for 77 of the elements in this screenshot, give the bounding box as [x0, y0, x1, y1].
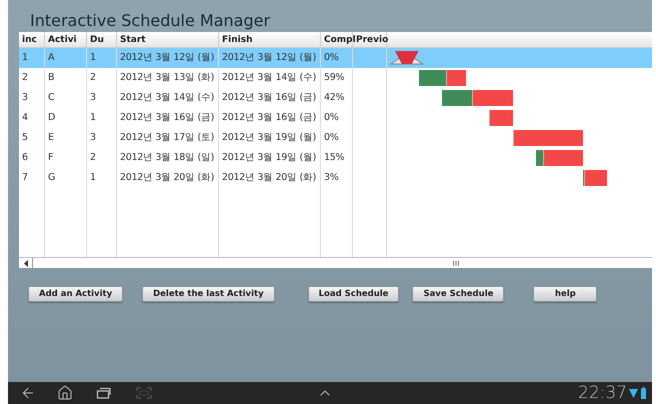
column-header[interactable]: Start	[117, 32, 219, 47]
table-cell: 6	[19, 148, 45, 168]
horizontal-scrollbar[interactable]	[19, 257, 652, 268]
table-cell: G	[45, 168, 87, 188]
gantt-bar[interactable]	[512, 130, 583, 146]
table-cell: E	[45, 128, 87, 148]
table-cell: 59%	[321, 68, 353, 88]
table-row[interactable]: 1 A 1 2012년 3월 12일 (월) 2012년 3월 12일 (월) 0%	[19, 48, 652, 68]
home-icon[interactable]	[57, 385, 73, 401]
scroll-left-icon[interactable]	[22, 258, 30, 268]
column-header[interactable]: Compl	[321, 32, 353, 47]
action-button[interactable]: Delete the last Activity	[142, 286, 275, 302]
back-icon[interactable]	[20, 385, 36, 401]
table-row[interactable]: 4 D 1 2012년 3월 16일 (금) 2012년 3월 16일 (금) 0%	[19, 108, 652, 128]
recent-apps-icon[interactable]	[96, 387, 112, 399]
table-cell: B	[45, 68, 87, 88]
table-cell: 2012년 3월 16일 (금)	[219, 88, 321, 108]
table-cell: 2012년 3월 16일 (금)	[117, 108, 219, 128]
table-cell: 2	[87, 148, 117, 168]
table-cell: 1	[87, 108, 117, 128]
column-header[interactable]: Finish	[219, 32, 321, 47]
table-cell: 5	[19, 128, 45, 148]
table-cell: 1	[87, 168, 117, 188]
gantt-bar[interactable]	[418, 70, 466, 86]
screenshot-icon[interactable]	[136, 387, 152, 399]
scroll-thumb-icon[interactable]	[453, 260, 459, 266]
gantt-bar[interactable]	[389, 51, 424, 65]
table-cell: 2012년 3월 13일 (화)	[117, 68, 219, 88]
action-button[interactable]: Save Schedule	[412, 286, 504, 302]
clock-time: 22:37	[578, 383, 627, 403]
table-row[interactable]: 3 C 3 2012년 3월 14일 (수) 2012년 3월 16일 (금) 42%	[19, 88, 652, 108]
table-row[interactable]: 6 F 2 2012년 3월 18일 (일) 2012년 3월 19일 (월) 15%	[19, 148, 652, 168]
table-cell: 2012년 3월 20일 (화)	[117, 168, 219, 188]
table-cell: 2012년 3월 12일 (월)	[219, 48, 321, 68]
table-cell: A	[45, 48, 87, 68]
table-cell: 2012년 3월 12일 (월)	[117, 48, 219, 68]
table-cell: C	[45, 88, 87, 108]
table-cell: 15%	[321, 148, 353, 168]
table-cell: 2012년 3월 19일 (월)	[219, 128, 321, 148]
table-cell: D	[45, 108, 87, 128]
table-cell: 1	[87, 48, 117, 68]
table-cell: 0%	[321, 108, 353, 128]
action-button[interactable]: help	[533, 286, 598, 302]
wifi-icon	[629, 388, 638, 398]
table-row[interactable]: 5 E 3 2012년 3월 17일 (토) 2012년 3월 19일 (월) 0%	[19, 128, 652, 148]
table-cell: F	[45, 148, 87, 168]
table-cell: 3	[19, 88, 45, 108]
table-cell: 2012년 3월 18일 (일)	[117, 148, 219, 168]
table-cell: 0%	[321, 128, 353, 148]
table-cell: 2	[19, 68, 45, 88]
column-header[interactable]: Du	[87, 32, 117, 47]
table-cell: 1	[19, 48, 45, 68]
table-cell: 2012년 3월 20일 (화)	[219, 168, 321, 188]
table-cell: 4	[19, 108, 45, 128]
table-cell: 2012년 3월 19일 (월)	[219, 148, 321, 168]
gantt-bar[interactable]	[536, 150, 583, 166]
column-header[interactable]: Activi	[45, 32, 87, 47]
app-title: Interactive Schedule Manager	[30, 11, 270, 31]
action-button[interactable]: Load Schedule	[308, 286, 400, 302]
table-cell: 2	[87, 68, 117, 88]
table-cell: 2012년 3월 14일 (수)	[219, 68, 321, 88]
gantt-bar[interactable]	[489, 110, 512, 126]
table-row[interactable]: 7 G 1 2012년 3월 20일 (화) 2012년 3월 20일 (화) 3%	[19, 168, 652, 188]
table-cell: 3%	[321, 168, 353, 188]
table-cell: 42%	[321, 88, 353, 108]
table-cell: 3	[87, 128, 117, 148]
table-cell: 2012년 3월 14일 (수)	[117, 88, 219, 108]
table-cell: 3	[87, 88, 117, 108]
action-button[interactable]: Add an Activity	[28, 286, 124, 302]
table-cell: 2012년 3월 16일 (금)	[219, 108, 321, 128]
table-cell: 0%	[321, 48, 353, 68]
table-row[interactable]: 2 B 2 2012년 3월 13일 (화) 2012년 3월 14일 (수) 59%	[19, 68, 652, 88]
gantt-bar[interactable]	[583, 170, 606, 186]
table-cell: 2012년 3월 17일 (토)	[117, 128, 219, 148]
column-header[interactable]: inc	[19, 32, 45, 47]
battery-icon	[641, 387, 646, 399]
table-cell: 7	[19, 168, 45, 188]
